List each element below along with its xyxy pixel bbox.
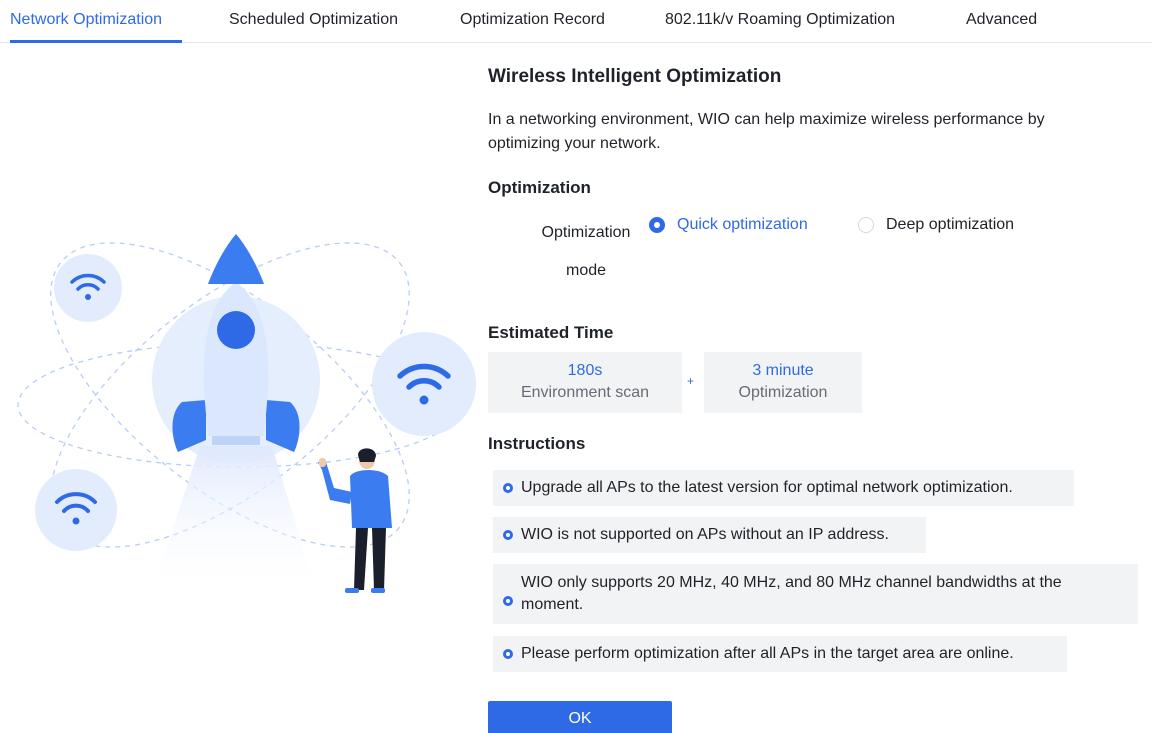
instruction-text: Please perform optimization after all AP… [521, 645, 1014, 662]
environment-scan-value: 180s [567, 362, 603, 379]
rocket-illustration [17, 234, 476, 598]
instruction-text: WIO only supports 20 MHz, 40 MHz, and 80… [521, 574, 1062, 613]
wifi-icon [54, 254, 122, 322]
quick-optimization-radio[interactable]: Quick optimization [649, 216, 808, 234]
bullet-icon [503, 649, 513, 659]
person-icon [318, 448, 392, 593]
ok-button[interactable]: OK [488, 701, 672, 733]
wifi-icon [372, 332, 476, 436]
optimization-time-box: 3 minute Optimization [704, 352, 862, 413]
tab-network-optimization[interactable]: Network Optimization [10, 11, 162, 29]
environment-scan-box: 180s Environment scan [488, 352, 682, 413]
instruction-text: WIO is not supported on APs without an I… [521, 526, 889, 543]
instruction-text: Upgrade all APs to the latest version fo… [521, 479, 1013, 496]
optimization-mode-label: Optimization mode [541, 224, 631, 279]
tab-bar: Network Optimization Scheduled Optimizat… [0, 0, 1152, 43]
instruction-item: Upgrade all APs to the latest version fo… [493, 470, 1074, 506]
quick-optimization-label: Quick optimization [677, 216, 808, 233]
bullet-icon [503, 483, 513, 493]
instruction-item: WIO only supports 20 MHz, 40 MHz, and 80… [493, 564, 1138, 624]
deep-optimization-radio[interactable]: Deep optimization [858, 216, 1014, 234]
instruction-item: WIO is not supported on APs without an I… [493, 517, 926, 553]
radio-checked-icon [649, 217, 665, 233]
environment-scan-label: Environment scan [520, 384, 650, 401]
tab-roaming-optimization[interactable]: 802.11k/v Roaming Optimization [665, 11, 895, 29]
bullet-icon [503, 596, 513, 606]
active-tab-indicator [10, 40, 182, 43]
tab-advanced[interactable]: Advanced [966, 11, 1037, 29]
optimization-heading: Optimization [488, 178, 591, 197]
tab-optimization-record[interactable]: Optimization Record [460, 11, 605, 29]
estimated-time-heading: Estimated Time [488, 323, 614, 342]
optimization-time-label: Optimization [738, 384, 828, 401]
plus-separator: + [687, 374, 695, 388]
wifi-icon [35, 469, 117, 551]
radio-unchecked-icon [858, 217, 874, 233]
instructions-heading: Instructions [488, 434, 586, 453]
deep-optimization-label: Deep optimization [886, 216, 1015, 233]
bullet-icon [503, 530, 513, 540]
tab-scheduled-optimization[interactable]: Scheduled Optimization [229, 11, 398, 29]
page-title: Wireless Intelligent Optimization [488, 66, 782, 87]
optimization-time-value: 3 minute [752, 362, 814, 379]
instruction-item: Please perform optimization after all AP… [493, 636, 1067, 672]
page-description: In a networking environment, WIO can hel… [488, 111, 1045, 152]
rocket-exhaust [150, 446, 318, 598]
